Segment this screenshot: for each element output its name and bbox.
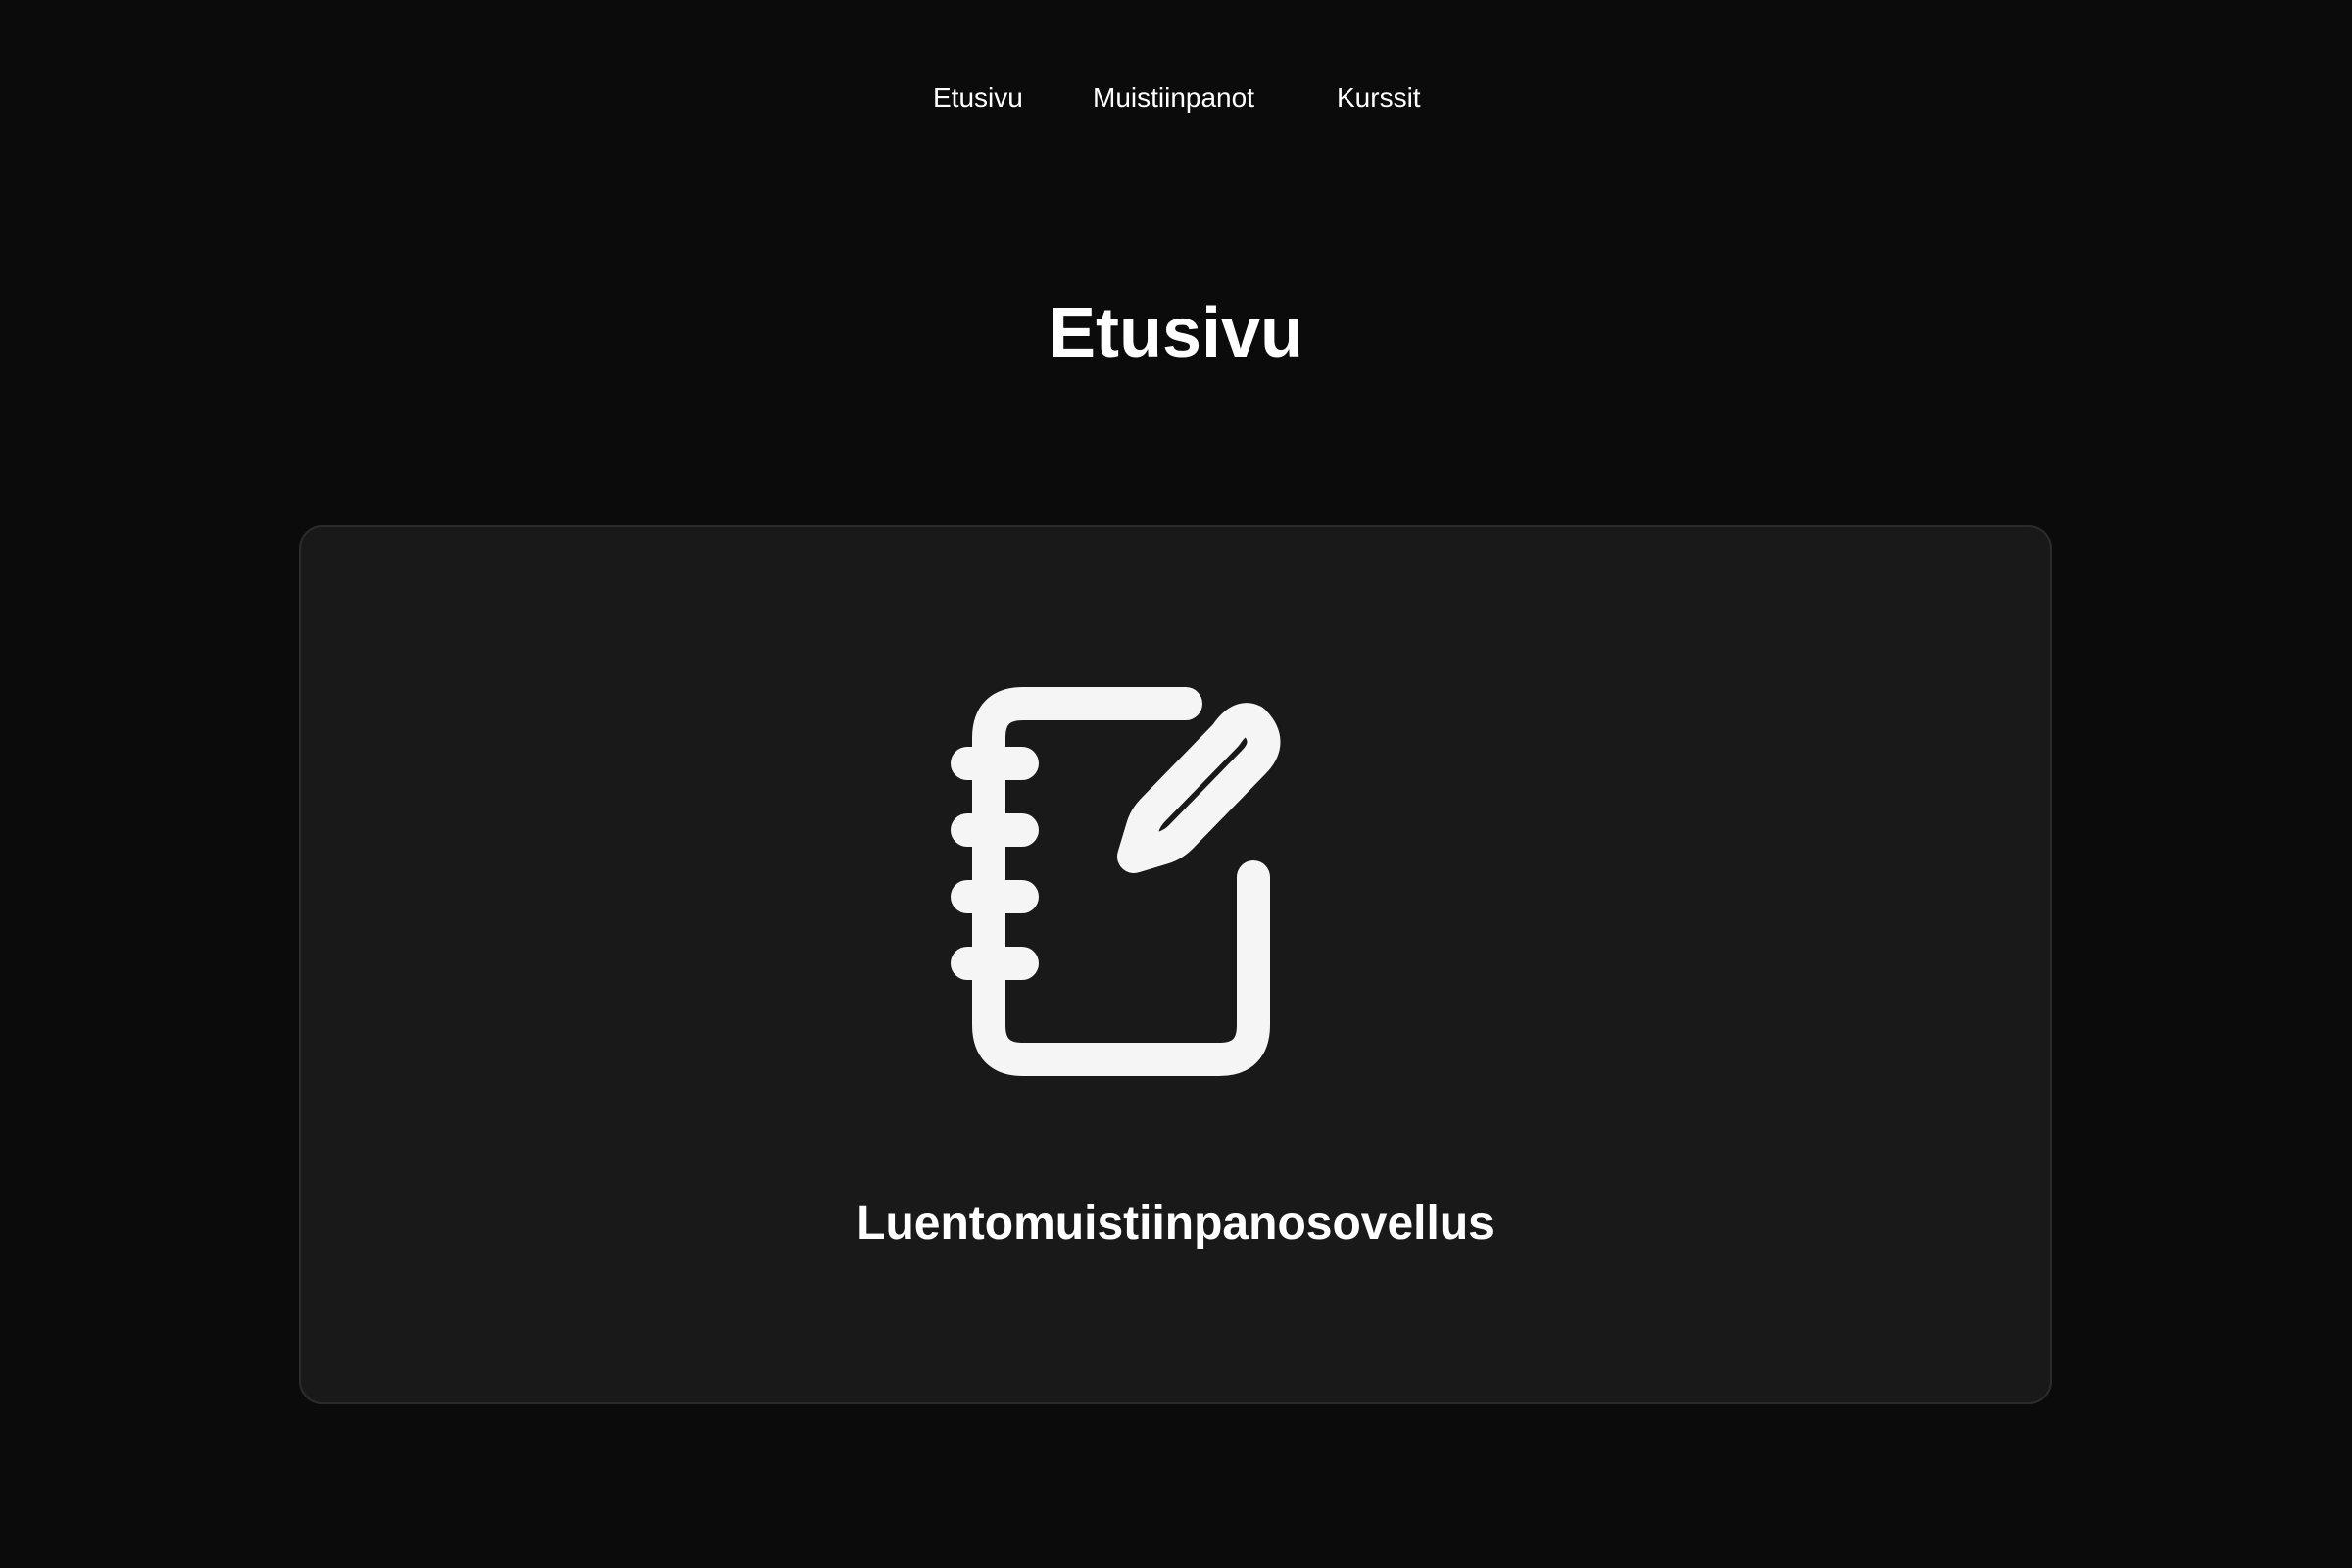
- nav-link-home[interactable]: Etusivu: [933, 78, 1023, 118]
- nav-link-notes[interactable]: Muistiinpanot: [1093, 78, 1254, 118]
- nav-link-courses[interactable]: Kurssit: [1337, 78, 1421, 118]
- page-title: Etusivu: [1048, 294, 1304, 372]
- hero-card: Luentomuistiinpanosovellus: [299, 525, 2052, 1404]
- top-navigation: Etusivu Muistiinpanot Kurssit: [0, 0, 2352, 196]
- notebook-pen-icon: [951, 687, 1281, 1076]
- app-name: Luentomuistiinpanosovellus: [857, 1198, 1494, 1250]
